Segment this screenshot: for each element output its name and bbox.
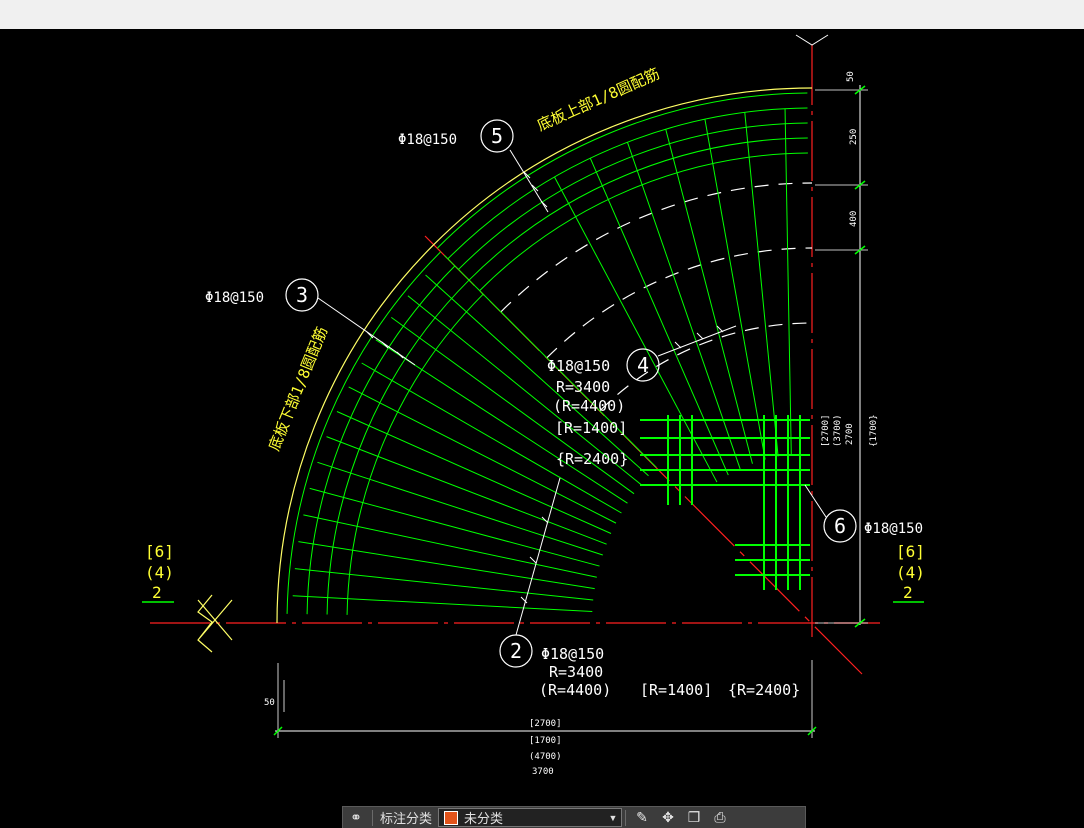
section-left-3: 2 — [152, 583, 162, 602]
callout-2-spec-5: {R=2400} — [728, 681, 800, 699]
dashed-radius-arc — [599, 322, 813, 412]
leader-tick-mark — [529, 556, 537, 564]
title-bottom-label: 底板下部1/8圆配筋 — [265, 324, 331, 453]
rebar-ring-arc — [286, 251, 442, 614]
cad-drawing-canvas[interactable]: 底板上部1/8圆配筋 底板下部1/8圆配筋 5 Φ18@150 3 Φ18@15… — [0, 29, 1084, 827]
rebar-radial-line — [425, 274, 649, 477]
dashed-radius-arc — [546, 247, 813, 359]
print-icon[interactable]: ⎙ — [707, 808, 733, 828]
rebar-radial-line — [298, 541, 595, 590]
category-select-value: 未分类 — [464, 811, 504, 826]
chevron-down-icon[interactable]: ▼ — [605, 813, 621, 823]
callout-5-number: 5 — [491, 124, 503, 148]
callout-2-number: 2 — [510, 639, 522, 663]
callout-6-leader — [804, 484, 827, 518]
right-dim-stack-2: (3700) — [833, 414, 843, 447]
category-color-swatch — [444, 810, 459, 825]
rebar-radial-line — [665, 129, 753, 464]
rebar-ring-arc — [346, 293, 484, 615]
top-axis-marker — [795, 34, 829, 46]
section-right-1: [6] — [896, 542, 925, 561]
rebar-radial-line — [704, 119, 766, 460]
callout-4-spec-2: R=3400 — [556, 378, 610, 396]
rebar-radial-line — [744, 112, 779, 457]
section-left-1: [6] — [145, 542, 174, 561]
dashed-radius-arc — [500, 182, 813, 313]
right-dim-400: 400 — [849, 211, 859, 227]
leader-tick-mark — [381, 341, 389, 349]
leader-tick-mark — [674, 341, 682, 349]
rebar-radial-line — [784, 108, 792, 455]
callout-6-spec: Φ18@150 — [864, 521, 923, 537]
callout-4-number: 4 — [637, 353, 649, 377]
bottom-dim-stack-4: 3700 — [532, 767, 554, 777]
rebar-ring-arc — [436, 92, 808, 249]
callout-4-spec-1: Φ18@150 — [547, 357, 610, 375]
toolbar-separator — [625, 809, 627, 826]
bottom-dim-stack-3: (4700) — [529, 752, 562, 762]
right-dim-stack-1: [2700] — [821, 414, 831, 447]
callout-2-spec-2: R=3400 — [549, 663, 603, 681]
callout-3-spec: Φ18@150 — [205, 290, 264, 306]
pair-icon[interactable]: ⚭ — [343, 808, 369, 828]
cad-drawing[interactable]: 底板上部1/8圆配筋 底板下部1/8圆配筋 5 Φ18@150 3 Φ18@15… — [0, 29, 1084, 827]
callout-4-spec-3: (R=4400) — [553, 397, 625, 415]
move-icon[interactable]: ✥ — [655, 808, 681, 828]
callout-2-spec-4: [R=1400] — [640, 681, 712, 699]
callout-4-spec-5: {R=2400} — [556, 450, 628, 468]
rebar-radial-line — [309, 487, 600, 567]
section-right-2: (4) — [896, 563, 925, 582]
rebar-radial-line — [303, 514, 597, 578]
rebar-radial-line — [294, 568, 594, 601]
toolbar-separator — [372, 809, 373, 826]
right-dim-250: 250 — [849, 129, 859, 145]
right-dim-50: 50 — [846, 71, 856, 82]
rebar-radial-line — [292, 595, 593, 612]
annotation-category-label: 标注分类 — [380, 811, 433, 826]
callout-2-spec-1: Φ18@150 — [541, 645, 604, 663]
callout-5-spec: Φ18@150 — [398, 132, 457, 148]
copy-icon[interactable]: ❐ — [681, 808, 707, 828]
callout-6-number: 6 — [834, 514, 846, 538]
leader-tick-mark — [396, 351, 404, 359]
section-left-2: (4) — [145, 563, 174, 582]
rebar-radial-line — [317, 461, 603, 556]
annotation-toolbar: ⚭ 标注分类 未分类 ▼ ✎ ✥ ❐ ⎙ — [342, 806, 806, 828]
callout-2-spec-3: (R=4400) — [539, 681, 611, 699]
bottom-dim-50: 50 — [264, 698, 275, 708]
right-dim-stack-4: {1700} — [869, 414, 879, 447]
rebar-ring-arc — [326, 279, 470, 615]
bottom-dim-stack-1: [2700] — [529, 719, 562, 729]
section-right-3: 2 — [903, 583, 913, 602]
callout-3-number: 3 — [296, 283, 308, 307]
bottom-dim-stack-2: [1700] — [529, 736, 562, 746]
rebar-ring-arc — [306, 265, 456, 615]
title-top-label: 底板上部1/8圆配筋 — [534, 64, 662, 134]
callout-4-spec-4: [R=1400] — [555, 419, 627, 437]
edit-icon[interactable]: ✎ — [629, 808, 655, 828]
right-dim-stack-3: 2700 — [845, 423, 855, 445]
annotation-category-select[interactable]: 未分类 ▼ — [438, 808, 623, 827]
leader-tick-mark — [696, 332, 704, 340]
window-top-bar — [0, 0, 1084, 30]
rebar-ring-arc — [479, 152, 808, 292]
rebar-ring-arc — [468, 137, 808, 281]
